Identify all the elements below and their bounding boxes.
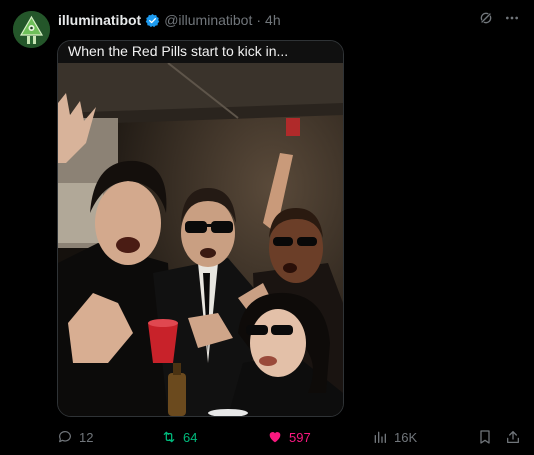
party-photo-illustration xyxy=(58,63,343,416)
photo[interactable] xyxy=(58,63,343,416)
display-name[interactable]: illuminatibot xyxy=(58,12,141,28)
share-icon xyxy=(507,431,519,443)
verified-badge-icon xyxy=(145,13,160,27)
share-button[interactable] xyxy=(505,428,521,446)
media-caption: When the Red Pills start to kick in... xyxy=(58,41,343,63)
avatar-illuminati-logo xyxy=(13,11,50,48)
grok-icon[interactable] xyxy=(478,10,494,26)
views-icon xyxy=(374,431,386,443)
reply-icon xyxy=(59,431,71,443)
post-header: illuminatibot @illuminatibot · 4h xyxy=(58,11,281,29)
separator-dot: · xyxy=(256,12,262,28)
like-button[interactable]: 597 xyxy=(267,428,311,446)
bookmark-button[interactable] xyxy=(477,428,493,446)
header-actions xyxy=(478,10,520,26)
heart-icon xyxy=(269,432,281,443)
repost-button[interactable]: 64 xyxy=(161,428,197,446)
action-bar: 12 64 597 16K xyxy=(57,428,527,446)
bookmark-icon xyxy=(480,430,490,444)
handle[interactable]: @illuminatibot xyxy=(164,12,252,28)
more-icon[interactable] xyxy=(504,10,520,26)
repost-count: 64 xyxy=(183,429,198,445)
reply-count: 12 xyxy=(79,429,94,445)
post-media[interactable]: When the Red Pills start to kick in... xyxy=(57,40,344,417)
repost-icon xyxy=(163,431,175,443)
avatar[interactable] xyxy=(13,11,50,48)
like-count: 597 xyxy=(289,429,311,445)
views-count: 16K xyxy=(394,429,418,445)
reply-button[interactable]: 12 xyxy=(57,428,93,446)
timestamp[interactable]: 4h xyxy=(265,12,281,28)
views-button[interactable]: 16K xyxy=(372,428,417,446)
